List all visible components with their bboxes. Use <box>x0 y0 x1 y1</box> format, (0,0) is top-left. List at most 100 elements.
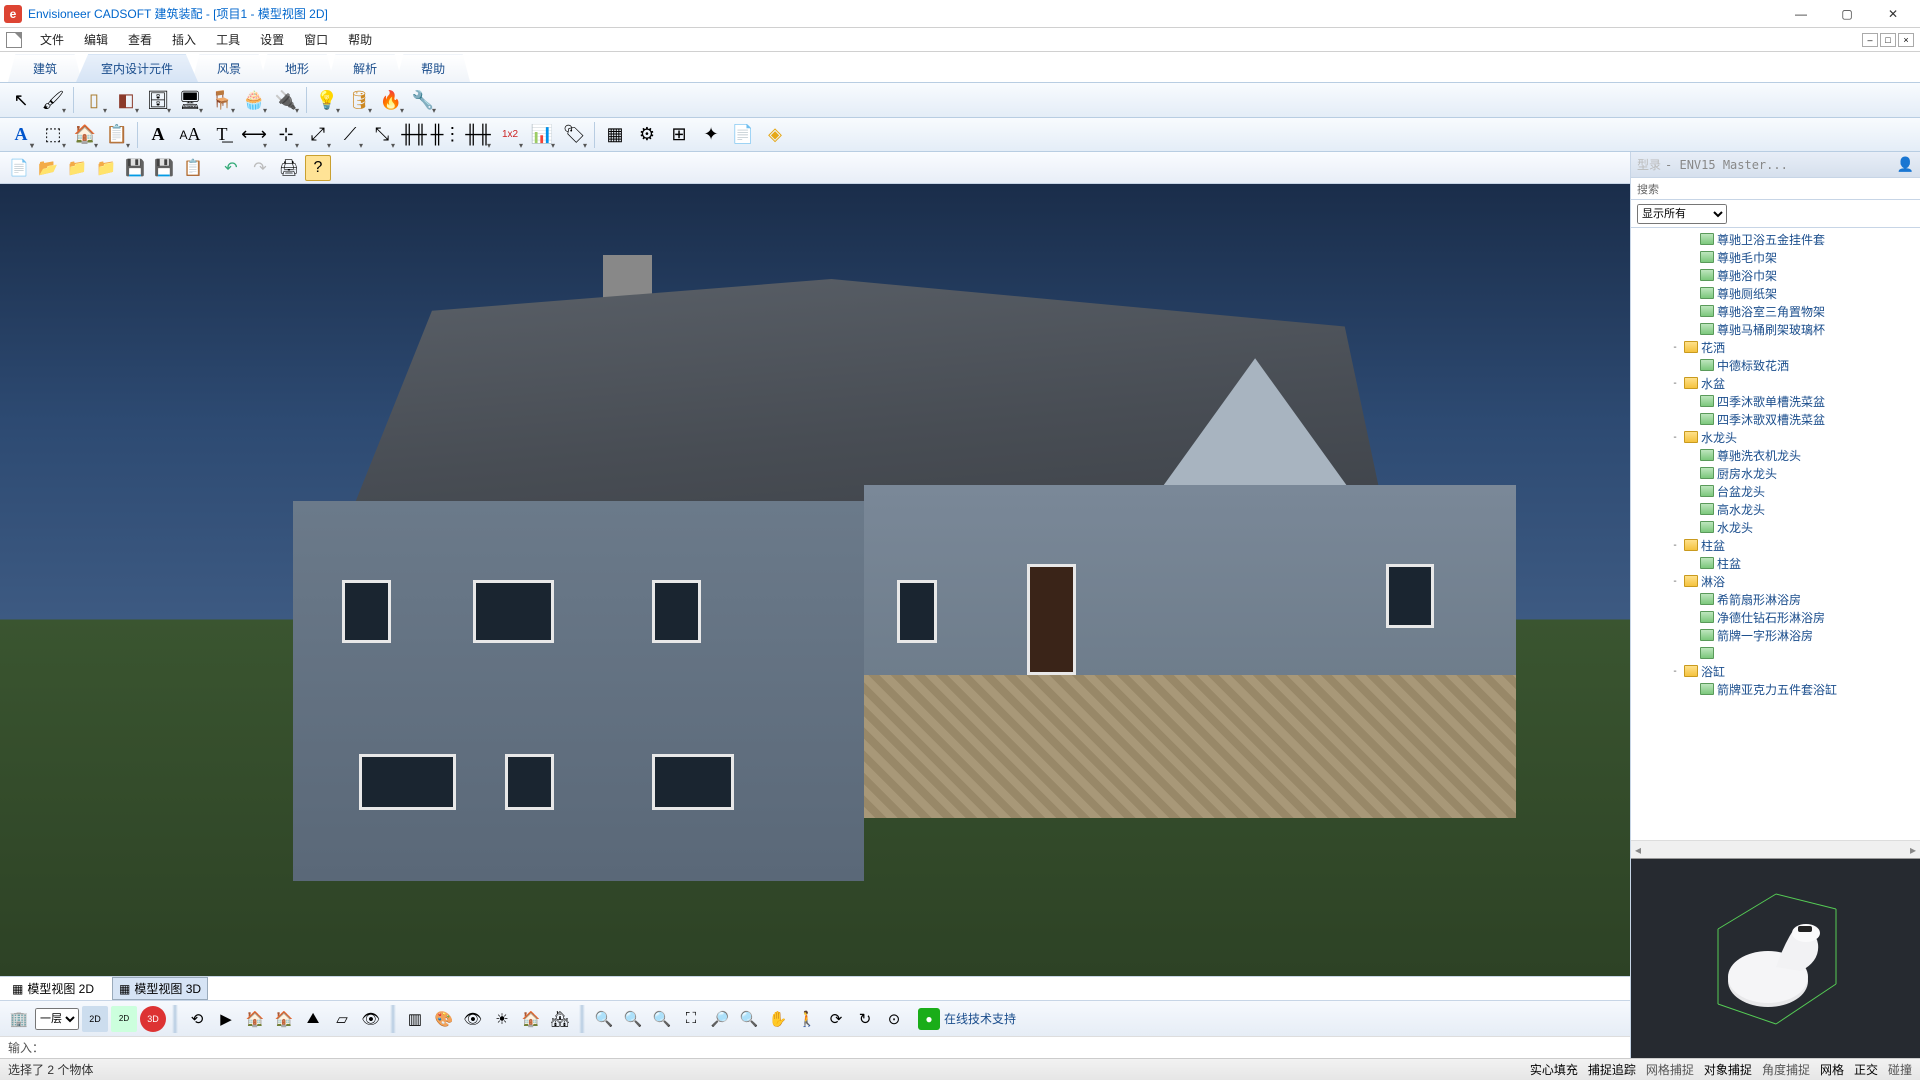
dim-angle-icon[interactable]: ⤢ <box>303 120 333 150</box>
window-icon[interactable]: ◧ <box>111 85 141 115</box>
tab-help[interactable]: 帮助 <box>396 54 470 82</box>
undo-icon[interactable]: ↶ <box>218 155 244 181</box>
folder-icon[interactable]: 📁 <box>93 155 119 181</box>
leader-icon[interactable]: ⬚ <box>38 120 68 150</box>
menu-window[interactable]: 窗口 <box>294 28 338 51</box>
tree-item[interactable]: 尊驰毛巾架 <box>1631 248 1920 266</box>
tree-item[interactable]: 尊驰卫浴五金挂件套 <box>1631 230 1920 248</box>
walk-icon[interactable]: 🚶 <box>794 1006 820 1032</box>
paint-tool-icon[interactable]: 🖌 <box>38 85 68 115</box>
minimize-button[interactable]: — <box>1778 0 1824 28</box>
mode-a2d-icon[interactable]: 2D <box>111 1006 137 1032</box>
tree-item[interactable]: -花洒 <box>1631 338 1920 356</box>
menu-edit[interactable]: 编辑 <box>74 28 118 51</box>
mdi-close-button[interactable]: × <box>1898 33 1914 47</box>
settings-grid-icon[interactable]: ▦ <box>600 120 630 150</box>
zoom-realtime-icon[interactable]: 🔍 <box>736 1006 762 1032</box>
fireplace-icon[interactable]: 🔥 <box>376 85 406 115</box>
tree-item[interactable]: 尊驰浴室三角置物架 <box>1631 302 1920 320</box>
floor-select[interactable]: 一层 <box>35 1008 79 1030</box>
mdi-minimize-button[interactable]: – <box>1862 33 1878 47</box>
camera-orbit-icon[interactable]: ⟲ <box>184 1006 210 1032</box>
tree-item[interactable]: -浴缸 <box>1631 662 1920 680</box>
dim-continue-icon[interactable]: ╫╫ <box>463 120 493 150</box>
tree-item[interactable]: 箭牌一字形淋浴房 <box>1631 626 1920 644</box>
tree-item[interactable]: 箭牌亚克力五件套浴缸 <box>1631 680 1920 698</box>
status-anglesnap[interactable]: 角度捕捉 <box>1762 1061 1810 1078</box>
dim-arc-icon[interactable]: ⟋ <box>335 120 365 150</box>
command-input-bar[interactable]: 输入： <box>0 1036 1630 1058</box>
save-icon[interactable]: 💾 <box>122 155 148 181</box>
dim-radial-icon[interactable]: ⤡ <box>367 120 397 150</box>
orbit3-icon[interactable]: ⊙ <box>881 1006 907 1032</box>
render-wire-icon[interactable]: ▥ <box>402 1006 428 1032</box>
tree-item[interactable] <box>1631 644 1920 662</box>
viewport-3d[interactable] <box>0 184 1630 976</box>
tree-item[interactable]: 四季沐歌双槽洗菜盆 <box>1631 410 1920 428</box>
render-h2-icon[interactable]: 🏘 <box>547 1006 573 1032</box>
new-icon[interactable]: 📄 <box>6 155 32 181</box>
tree-item[interactable]: 尊驰马桶刷架玻璃杯 <box>1631 320 1920 338</box>
tab-analysis[interactable]: 解析 <box>328 54 402 82</box>
text-style-icon[interactable]: AA <box>175 120 205 150</box>
close-button[interactable]: ✕ <box>1870 0 1916 28</box>
select-tool-icon[interactable]: ↖ <box>6 85 36 115</box>
tree-item[interactable]: 希箭扇形淋浴房 <box>1631 590 1920 608</box>
hvac-icon[interactable]: 🔧 <box>408 85 438 115</box>
appliance-icon[interactable]: 🖥 <box>175 85 205 115</box>
menu-file[interactable]: 文件 <box>30 28 74 51</box>
floor-settings-icon[interactable]: 🏢 <box>6 1006 32 1032</box>
tree-item[interactable]: 尊驰厕纸架 <box>1631 284 1920 302</box>
layers-icon[interactable]: ◈ <box>760 120 790 150</box>
plumbing-icon[interactable]: 🛢 <box>344 85 374 115</box>
cabinet-icon[interactable]: 🗄 <box>143 85 173 115</box>
text-tool-icon[interactable]: A <box>6 120 36 150</box>
menu-insert[interactable]: 插入 <box>162 28 206 51</box>
export-icon[interactable]: 📋 <box>180 155 206 181</box>
catalog-user-icon[interactable]: 👤 <box>1897 156 1914 173</box>
tree-item[interactable]: 高水龙头 <box>1631 500 1920 518</box>
render-eye-icon[interactable]: 👁 <box>460 1006 486 1032</box>
tag-icon[interactable]: 🏷 <box>559 120 589 150</box>
tab-landscape[interactable]: 风景 <box>192 54 266 82</box>
dim-baseline-icon[interactable]: ╫⋮ <box>431 120 461 150</box>
redo-icon[interactable]: ↷ <box>247 155 273 181</box>
mode-2d-icon[interactable]: 2D <box>82 1006 108 1032</box>
camera-house2-icon[interactable]: 🏠 <box>271 1006 297 1032</box>
camera-lot-icon[interactable]: ▱ <box>329 1006 355 1032</box>
tree-item[interactable]: 水龙头 <box>1631 518 1920 536</box>
settings-table-icon[interactable]: ⊞ <box>664 120 694 150</box>
dim-scale-icon[interactable]: 1x2 <box>495 120 525 150</box>
light-icon[interactable]: 💡 <box>312 85 342 115</box>
tree-item[interactable]: -柱盆 <box>1631 536 1920 554</box>
catalog-filter-select[interactable]: 显示所有 <box>1637 204 1727 224</box>
orbit2-icon[interactable]: ↻ <box>852 1006 878 1032</box>
text-tt-icon[interactable]: T͟ <box>207 120 237 150</box>
print-icon[interactable]: 🖨 <box>276 155 302 181</box>
settings-axis-icon[interactable]: ✦ <box>696 120 726 150</box>
catalog-tree[interactable]: 尊驰卫浴五金挂件套尊驰毛巾架尊驰浴巾架尊驰厕纸架尊驰浴室三角置物架尊驰马桶刷架玻… <box>1631 228 1920 840</box>
viewtab-2d[interactable]: ▦模型视图 2D <box>6 978 100 999</box>
dim-chain-icon[interactable]: ╫╫ <box>399 120 429 150</box>
render-h1-icon[interactable]: 🏠 <box>518 1006 544 1032</box>
saveas-icon[interactable]: 💾 <box>151 155 177 181</box>
status-snaptrack[interactable]: 捕捉追踪 <box>1588 1061 1636 1078</box>
tree-item[interactable]: 尊驰浴巾架 <box>1631 266 1920 284</box>
tree-item[interactable]: 四季沐歌单槽洗菜盆 <box>1631 392 1920 410</box>
dim-linear-icon[interactable]: ⟷ <box>239 120 269 150</box>
visibility-icon[interactable]: 👁 <box>358 1006 384 1032</box>
tree-item[interactable]: 尊驰洗衣机龙头 <box>1631 446 1920 464</box>
note-list-icon[interactable]: 📋 <box>102 120 132 150</box>
settings-doc-icon[interactable]: 📄 <box>728 120 758 150</box>
maximize-button[interactable]: ▢ <box>1824 0 1870 28</box>
tree-item[interactable]: 净德仕钻石形淋浴房 <box>1631 608 1920 626</box>
pan-icon[interactable]: ✋ <box>765 1006 791 1032</box>
tree-item[interactable]: 柱盆 <box>1631 554 1920 572</box>
zoom-extents-icon[interactable]: ⛶ <box>678 1006 704 1032</box>
open-recent-icon[interactable]: 📁 <box>64 155 90 181</box>
render-shade-icon[interactable]: 🎨 <box>431 1006 457 1032</box>
status-collision[interactable]: 碰撞 <box>1888 1061 1912 1078</box>
viewtab-3d[interactable]: ▦模型视图 3D <box>112 977 208 1000</box>
render-sun-icon[interactable]: ☀ <box>489 1006 515 1032</box>
schedule-icon[interactable]: 📊 <box>527 120 557 150</box>
